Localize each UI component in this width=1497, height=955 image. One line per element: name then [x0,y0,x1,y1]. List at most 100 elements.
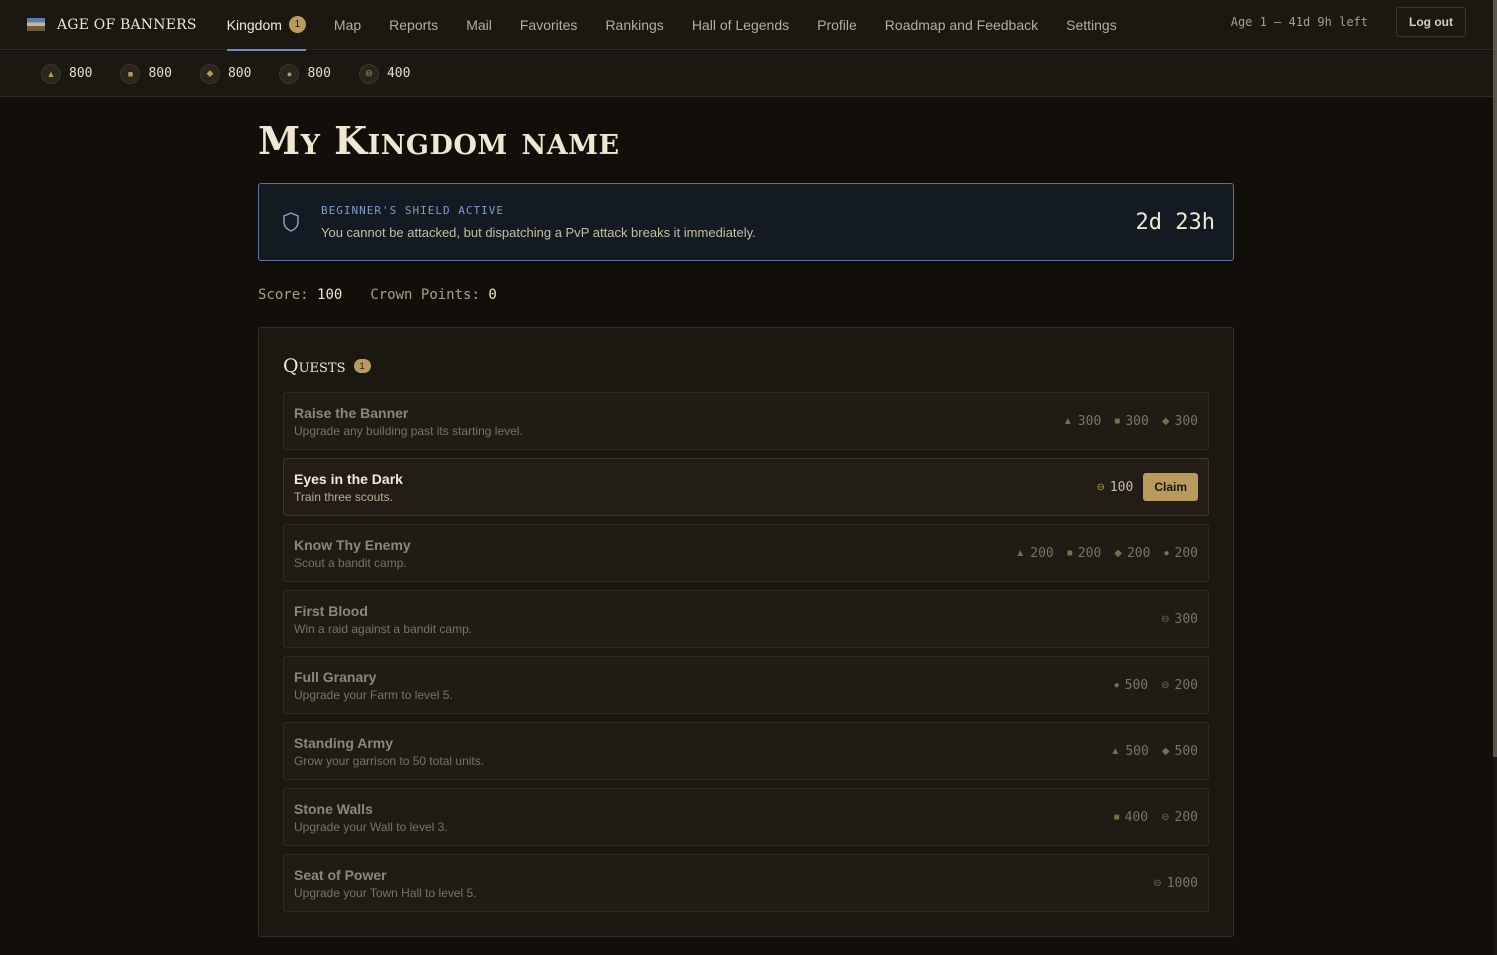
nav-item-map[interactable]: Map [320,0,375,50]
quest-name: Full Granary [294,669,377,685]
nav-item-reports[interactable]: Reports [375,0,452,50]
quests-count-badge: 1 [353,359,371,373]
reward-value: 200 [1077,545,1102,561]
reward-value: 500 [1124,677,1149,693]
score-value: 100 [317,287,343,303]
resource-coin: ⊖ 400 [358,63,411,84]
quest-rewards: ⊖ 1000 [1140,855,1198,911]
coin-icon: ⊖ [1153,877,1162,889]
reward-item: ◆ 200 [1114,546,1150,561]
quest-description: Win a raid against a bandit camp. [294,622,473,636]
reward-value: 300 [1174,413,1198,429]
reward-item: ▲ 200 [1015,546,1053,561]
reward-value: 200 [1030,545,1054,561]
quest-rewards: ⊖ 300 [1148,591,1198,647]
top-nav: AGE OF BANNERS Kingdom 1 Map Reports Mail Fav… [0,0,1493,51]
quest-row: Eyes in the Dark Train three scouts. ⊖ 100 C… [283,458,1209,516]
reward-item: ◆ 500 [1162,744,1198,759]
nav-item-kingdom[interactable]: Kingdom 1 [213,0,320,51]
resource-square: ■ 800 [120,63,172,84]
coin-icon: ⊖ [1096,481,1105,493]
quest-row: Raise the Banner Upgrade any building pas… [283,392,1209,450]
reward-item: ▲ 300 [1063,414,1101,429]
quest-description: Upgrade any building past its starting l… [294,424,523,438]
reward-item: ● 500 [1114,678,1149,693]
nav-item-settings[interactable]: Settings [1052,0,1131,50]
reward-value: 200 [1174,545,1198,561]
quest-description: Scout a bandit camp. [294,556,407,570]
quest-rewards: ⊖ 100 Claim [1083,459,1198,515]
reward-value: 400 [1124,809,1149,825]
resource-value: 400 [386,66,411,81]
nav-item-label: Rankings [605,16,664,33]
quests-panel: Quests 1 Raise the Banner Upgrade any bui… [258,327,1234,937]
reward-item: ■ 300 [1114,414,1149,429]
coin-icon: ⊖ [1161,679,1170,691]
reward-value: 100 [1109,479,1134,495]
quest-name: Know Thy Enemy [294,537,411,553]
reward-value: 200 [1174,677,1198,693]
quest-row: Stone Walls Upgrade your Wall to level 3.… [283,788,1209,846]
nav-item-label: Favorites [519,16,578,33]
shield-title: BEGINNER'S SHIELD ACTIVE [321,204,504,217]
quest-description: Upgrade your Town Hall to level 5. [294,886,477,900]
resource-triangle: ▲ 800 [41,63,93,84]
nav-item-label: Map [333,16,362,33]
coin-icon: ⊖ [1161,811,1170,823]
reward-value: 1000 [1166,875,1198,891]
nav-item-label: Roadmap and Feedback [884,16,1039,33]
reward-item: ■ 400 [1114,810,1149,825]
nav-item-rankings[interactable]: Rankings [591,0,677,50]
resource-value: 800 [69,66,93,81]
triangle-icon: ▲ [1062,415,1073,427]
resource-value: 800 [307,66,331,81]
coin-icon: ⊖ [358,63,379,84]
reward-value: 500 [1125,743,1149,759]
nav-item-label: Kingdom [226,16,282,33]
logout-button[interactable]: Log out [1396,7,1466,37]
triangle-icon: ▲ [1110,745,1121,757]
nav-item-label: Mail [466,16,492,33]
quest-name: First Blood [294,603,368,619]
nav-badge: 1 [288,16,306,33]
triangle-icon: ▲ [41,63,61,84]
scrollbar[interactable] [1493,0,1497,955]
reward-item: ⊖ 200 [1161,810,1198,825]
coin-icon: ⊖ [1161,613,1170,625]
banner-flag-icon [27,18,45,31]
quest-description: Upgrade your Wall to level 3. [294,820,448,834]
brand[interactable]: AGE OF BANNERS [27,17,197,33]
circle-icon: ● [279,63,300,84]
diamond-icon: ◆ [1114,547,1122,559]
quest-rewards: ▲ 500 ◆ 500 [1097,723,1198,779]
main-content: My Kingdom name BEGINNER'S SHIELD ACTIVE… [258,97,1234,937]
quest-row: Standing Army Grow your garrison to 50 to… [283,722,1209,780]
resource-diamond: ◆ 800 [199,63,251,84]
diamond-icon: ◆ [1161,745,1170,757]
quest-rewards: ● 500 ⊖ 200 [1101,657,1198,713]
nav-item-label: Hall of Legends [691,16,790,33]
quest-name: Standing Army [294,735,394,751]
reward-value: 200 [1174,809,1198,825]
reward-value: 200 [1126,545,1151,561]
claim-button[interactable]: Claim [1143,473,1198,501]
quest-name: Seat of Power [294,867,387,883]
resource-value: 800 [148,66,172,81]
crown-points-label: Crown Points: [370,287,480,303]
reward-value: 300 [1125,413,1149,429]
reward-value: 300 [1174,611,1198,627]
scrollbar-thumb[interactable] [1493,0,1497,757]
nav-item-favorites[interactable]: Favorites [506,0,592,50]
circle-icon: ● [1163,547,1170,559]
nav-item-hall-of-legends[interactable]: Hall of Legends [678,0,803,50]
quest-row: Full Granary Upgrade your Farm to level 5… [283,656,1209,714]
kingdom-name: My Kingdom name [258,118,620,163]
nav-item-profile[interactable]: Profile [803,0,871,50]
reward-value: 500 [1174,743,1198,759]
nav-item-roadmap-and-feedback[interactable]: Roadmap and Feedback [871,0,1052,50]
quest-list: Raise the Banner Upgrade any building pas… [283,392,1209,912]
quest-rewards: ▲ 200 ■ 200 ◆ 200 ● 200 [1002,525,1198,581]
reward-item: ● 200 [1163,546,1198,561]
resource-circle: ● 800 [279,63,331,84]
nav-item-mail[interactable]: Mail [452,0,506,50]
